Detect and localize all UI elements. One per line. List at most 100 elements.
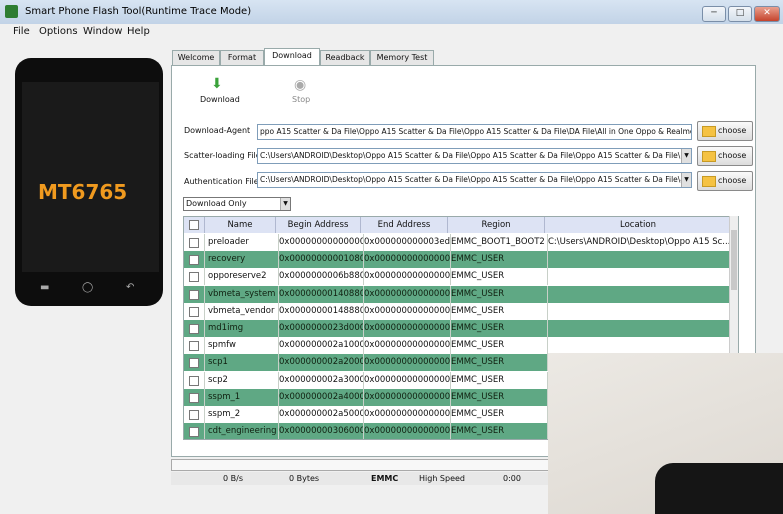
cell-end: 0x0000000000000000	[361, 251, 451, 269]
auth-file-label: Authentication File	[184, 177, 259, 186]
table-row[interactable]: preloader0x00000000000000000x00000000000…	[184, 234, 735, 251]
table-row[interactable]: vbmeta_vendor0x00000000148880000x0000000…	[184, 302, 735, 320]
table-row[interactable]: recovery0x00000000001080000x000000000000…	[184, 251, 735, 269]
col-location[interactable]: Location	[545, 217, 732, 233]
title-bar: Smart Phone Flash Tool(Runtime Trace Mod…	[0, 0, 783, 24]
menu-file[interactable]: File	[13, 26, 30, 37]
cell-end: 0x0000000000000000	[361, 354, 451, 372]
cell-region: EMMC_USER	[448, 388, 548, 406]
cell-name: vbmeta_vendor	[205, 302, 279, 320]
row-checkbox[interactable]	[189, 289, 199, 300]
cell-region: EMMC_USER	[448, 268, 548, 286]
row-checkbox-cell[interactable]	[184, 354, 205, 372]
download-arrow-icon[interactable]: ⬇	[211, 77, 223, 91]
download-agent-field[interactable]: ppo A15 Scatter & Da File\Oppo A15 Scatt…	[257, 124, 692, 140]
tab-readback[interactable]: Readback	[320, 50, 370, 65]
row-checkbox[interactable]	[189, 358, 199, 369]
scatter-file-label: Scatter-loading File	[184, 151, 261, 160]
chevron-down-icon[interactable]: ▼	[681, 173, 691, 187]
row-checkbox-cell[interactable]	[184, 268, 205, 286]
col-begin-address[interactable]: Begin Address	[276, 217, 361, 233]
chevron-down-icon[interactable]: ▼	[681, 149, 691, 163]
chevron-down-icon[interactable]: ▼	[280, 198, 290, 210]
row-checkbox[interactable]	[189, 392, 199, 403]
cell-begin: 0x000000002a400000	[276, 388, 364, 406]
row-checkbox-cell[interactable]	[184, 423, 205, 439]
select-all-checkbox[interactable]	[189, 220, 199, 230]
cell-region: EMMC_USER	[448, 423, 548, 439]
webcam-overlay	[548, 353, 783, 514]
cell-name: cdt_engineering	[205, 423, 279, 439]
col-end-address[interactable]: End Address	[361, 217, 448, 233]
cell-location	[545, 251, 735, 269]
folder-icon	[702, 151, 716, 162]
row-checkbox[interactable]	[189, 272, 199, 283]
row-checkbox[interactable]	[189, 238, 199, 248]
cell-begin: 0x0000000023d00000	[276, 320, 364, 337]
choose-download-agent-button[interactable]: choose	[697, 121, 753, 141]
row-checkbox[interactable]	[189, 306, 199, 317]
cell-begin: 0x0000000014888000	[276, 302, 364, 320]
col-region[interactable]: Region	[448, 217, 545, 233]
row-checkbox-cell[interactable]	[184, 406, 205, 423]
transferred-bytes: 0 Bytes	[289, 474, 320, 483]
row-checkbox-cell[interactable]	[184, 388, 205, 406]
cell-begin: 0x000000002a500000	[276, 406, 364, 423]
menu-window[interactable]: Window	[83, 26, 122, 37]
download-button[interactable]: Download	[200, 95, 240, 104]
cell-name: recovery	[205, 251, 279, 269]
download-mode-select[interactable]: Download Only ▼	[183, 197, 291, 211]
cell-begin: 0x0000000030600000	[276, 423, 364, 439]
scatter-file-field[interactable]: C:\Users\ANDROID\Desktop\Oppo A15 Scatte…	[257, 148, 692, 164]
cell-name: scp2	[205, 371, 279, 389]
phone-home-icon: ◯	[82, 282, 94, 293]
row-checkbox-cell[interactable]	[184, 285, 205, 303]
col-name[interactable]: Name	[205, 217, 276, 233]
minimize-button[interactable]: ─	[702, 6, 726, 22]
stop-icon[interactable]: ◉	[294, 78, 306, 92]
cell-end: 0x0000000000000000	[361, 423, 451, 439]
maximize-button[interactable]: □	[728, 6, 752, 22]
row-checkbox-cell[interactable]	[184, 371, 205, 389]
cell-region: EMMC_USER	[448, 337, 548, 355]
auth-file-field[interactable]: C:\Users\ANDROID\Desktop\Oppo A15 Scatte…	[257, 172, 692, 188]
choose-auth-button[interactable]: choose	[697, 171, 753, 191]
row-checkbox-cell[interactable]	[184, 337, 205, 355]
cell-name: sspm_1	[205, 388, 279, 406]
row-checkbox-cell[interactable]	[184, 251, 205, 269]
close-button[interactable]: ✕	[754, 6, 780, 22]
cell-region: EMMC_USER	[448, 320, 548, 337]
cell-end: 0x000000000003eddb	[361, 234, 451, 251]
cell-location: C:\Users\ANDROID\Desktop\Oppo A15 Sc...	[545, 234, 735, 251]
select-all-checkbox-cell[interactable]	[184, 217, 205, 233]
cell-location	[545, 285, 735, 303]
menu-options[interactable]: Options	[39, 26, 78, 37]
row-checkbox-cell[interactable]	[184, 302, 205, 320]
choose-scatter-button[interactable]: choose	[697, 146, 753, 166]
tab-format[interactable]: Format	[220, 50, 264, 65]
table-row[interactable]: md1img0x0000000023d000000x00000000000000…	[184, 320, 735, 337]
table-row[interactable]: opporeserve20x0000000006b880000x00000000…	[184, 268, 735, 286]
tab-welcome[interactable]: Welcome	[172, 50, 220, 65]
table-row[interactable]: vbmeta_system0x00000000140880000x0000000…	[184, 285, 735, 303]
row-checkbox[interactable]	[189, 341, 199, 352]
table-row[interactable]: spmfw0x000000002a1000000x000000000000000…	[184, 337, 735, 355]
row-checkbox[interactable]	[189, 324, 199, 334]
row-checkbox-cell[interactable]	[184, 234, 205, 251]
folder-icon	[702, 126, 716, 137]
tab-memory-test[interactable]: Memory Test	[370, 50, 434, 65]
row-checkbox-cell[interactable]	[184, 320, 205, 337]
menu-help[interactable]: Help	[127, 26, 150, 37]
cell-end: 0x0000000000000000	[361, 406, 451, 423]
cell-location	[545, 268, 735, 286]
tab-download[interactable]: Download	[264, 48, 320, 66]
cell-region: EMMC_BOOT1_BOOT2	[448, 234, 548, 251]
row-checkbox[interactable]	[189, 375, 199, 386]
row-checkbox[interactable]	[189, 427, 199, 438]
cell-region: EMMC_USER	[448, 354, 548, 372]
row-checkbox[interactable]	[189, 410, 199, 420]
cell-name: vbmeta_system	[205, 285, 279, 303]
scrollbar-thumb[interactable]	[731, 230, 737, 290]
row-checkbox[interactable]	[189, 255, 199, 266]
stop-button[interactable]: Stop	[292, 95, 310, 104]
